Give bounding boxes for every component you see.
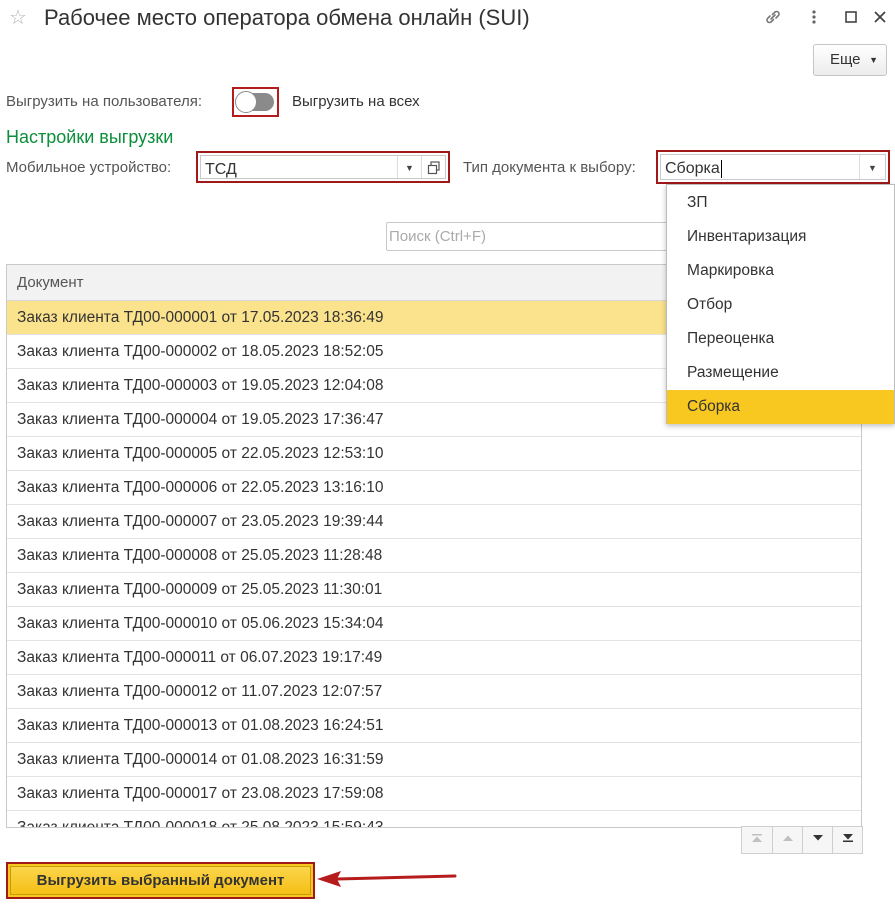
section-title: Настройки выгрузки xyxy=(6,127,174,147)
dropdown-option[interactable]: ЗП xyxy=(667,186,894,220)
first-page-icon[interactable] xyxy=(742,827,772,853)
title-bar: ☆ Рабочее место оператора обмена онлайн … xyxy=(0,0,895,36)
doc-type-dropdown-list: ЗП Инвентаризация Маркировка Отбор Переоценк… xyxy=(666,184,895,424)
doc-type-value: Сборка xyxy=(665,160,722,178)
table-row[interactable]: Заказ клиента ТД00-000017 от 23.08.2023 … xyxy=(7,777,861,811)
dropdown-option[interactable]: Переоценка xyxy=(667,322,894,356)
table-row[interactable]: Заказ клиента ТД00-000006 от 22.05.2023 … xyxy=(7,471,861,505)
doc-type-label: Тип документа к выбору: xyxy=(463,159,636,176)
upload-selected-label: Выгрузить выбранный документ xyxy=(10,866,311,895)
table-row[interactable]: Заказ клиента ТД00-000010 от 05.06.2023 … xyxy=(7,607,861,641)
window-title: Рабочее место оператора обмена онлайн (S… xyxy=(44,5,530,30)
link-icon[interactable] xyxy=(762,7,784,27)
table-navigation xyxy=(741,826,863,854)
upload-to-all-label: Выгрузить на всех xyxy=(292,93,420,110)
more-button[interactable]: Еще ▼ xyxy=(813,44,887,76)
close-icon[interactable] xyxy=(869,7,891,27)
device-value: ТСД xyxy=(205,161,237,178)
table-row[interactable]: Заказ клиента ТД00-000009 от 25.05.2023 … xyxy=(7,573,861,607)
table-row[interactable]: Заказ клиента ТД00-000013 от 01.08.2023 … xyxy=(7,709,861,743)
search-placeholder: Поиск (Ctrl+F) xyxy=(389,228,486,245)
more-vert-icon[interactable] xyxy=(803,7,825,27)
table-row[interactable]: Заказ клиента ТД00-000011 от 06.07.2023 … xyxy=(7,641,861,675)
device-field-box: ТСД ▼ xyxy=(200,155,446,179)
table-row[interactable]: Заказ клиента ТД00-000005 от 22.05.2023 … xyxy=(7,437,861,471)
device-label: Мобильное устройство: xyxy=(6,159,172,176)
dropdown-option[interactable]: Маркировка xyxy=(667,254,894,288)
search-input[interactable]: Поиск (Ctrl+F) xyxy=(386,222,676,251)
star-icon[interactable]: ☆ xyxy=(9,5,27,30)
dropdown-option[interactable]: Инвентаризация xyxy=(667,220,894,254)
table-row[interactable]: Заказ клиента ТД00-000014 от 01.08.2023 … xyxy=(7,743,861,777)
dropdown-arrow-icon[interactable]: ▼ xyxy=(397,156,421,178)
dropdown-arrow-icon[interactable]: ▼ xyxy=(859,155,885,179)
table-row[interactable]: Заказ клиента ТД00-000018 от 25.08.2023 … xyxy=(7,811,861,827)
upload-to-user-label: Выгрузить на пользователя: xyxy=(6,93,202,110)
upload-toggle[interactable] xyxy=(232,87,279,117)
toggle-track[interactable] xyxy=(235,91,274,113)
dropdown-option[interactable]: Сборка xyxy=(667,390,894,424)
maximize-icon[interactable] xyxy=(840,7,862,27)
prev-page-icon[interactable] xyxy=(772,827,802,853)
toggle-knob xyxy=(235,91,257,113)
last-page-icon[interactable] xyxy=(832,827,862,853)
doc-type-field[interactable]: Сборка ▼ xyxy=(656,150,890,184)
more-button-label: Еще xyxy=(830,51,861,68)
device-field[interactable]: ТСД ▼ xyxy=(196,151,450,183)
annotation-arrow-icon xyxy=(317,871,457,887)
open-form-icon[interactable] xyxy=(421,156,445,178)
upload-selected-button[interactable]: Выгрузить выбранный документ xyxy=(6,862,315,899)
chevron-down-icon: ▼ xyxy=(869,55,878,65)
table-row[interactable]: Заказ клиента ТД00-000007 от 23.05.2023 … xyxy=(7,505,861,539)
table-row[interactable]: Заказ клиента ТД00-000012 от 11.07.2023 … xyxy=(7,675,861,709)
doc-type-field-box: Сборка ▼ xyxy=(660,154,886,180)
dropdown-option[interactable]: Размещение xyxy=(667,356,894,390)
next-page-icon[interactable] xyxy=(802,827,832,853)
dropdown-option[interactable]: Отбор xyxy=(667,288,894,322)
table-row[interactable]: Заказ клиента ТД00-000008 от 25.05.2023 … xyxy=(7,539,861,573)
